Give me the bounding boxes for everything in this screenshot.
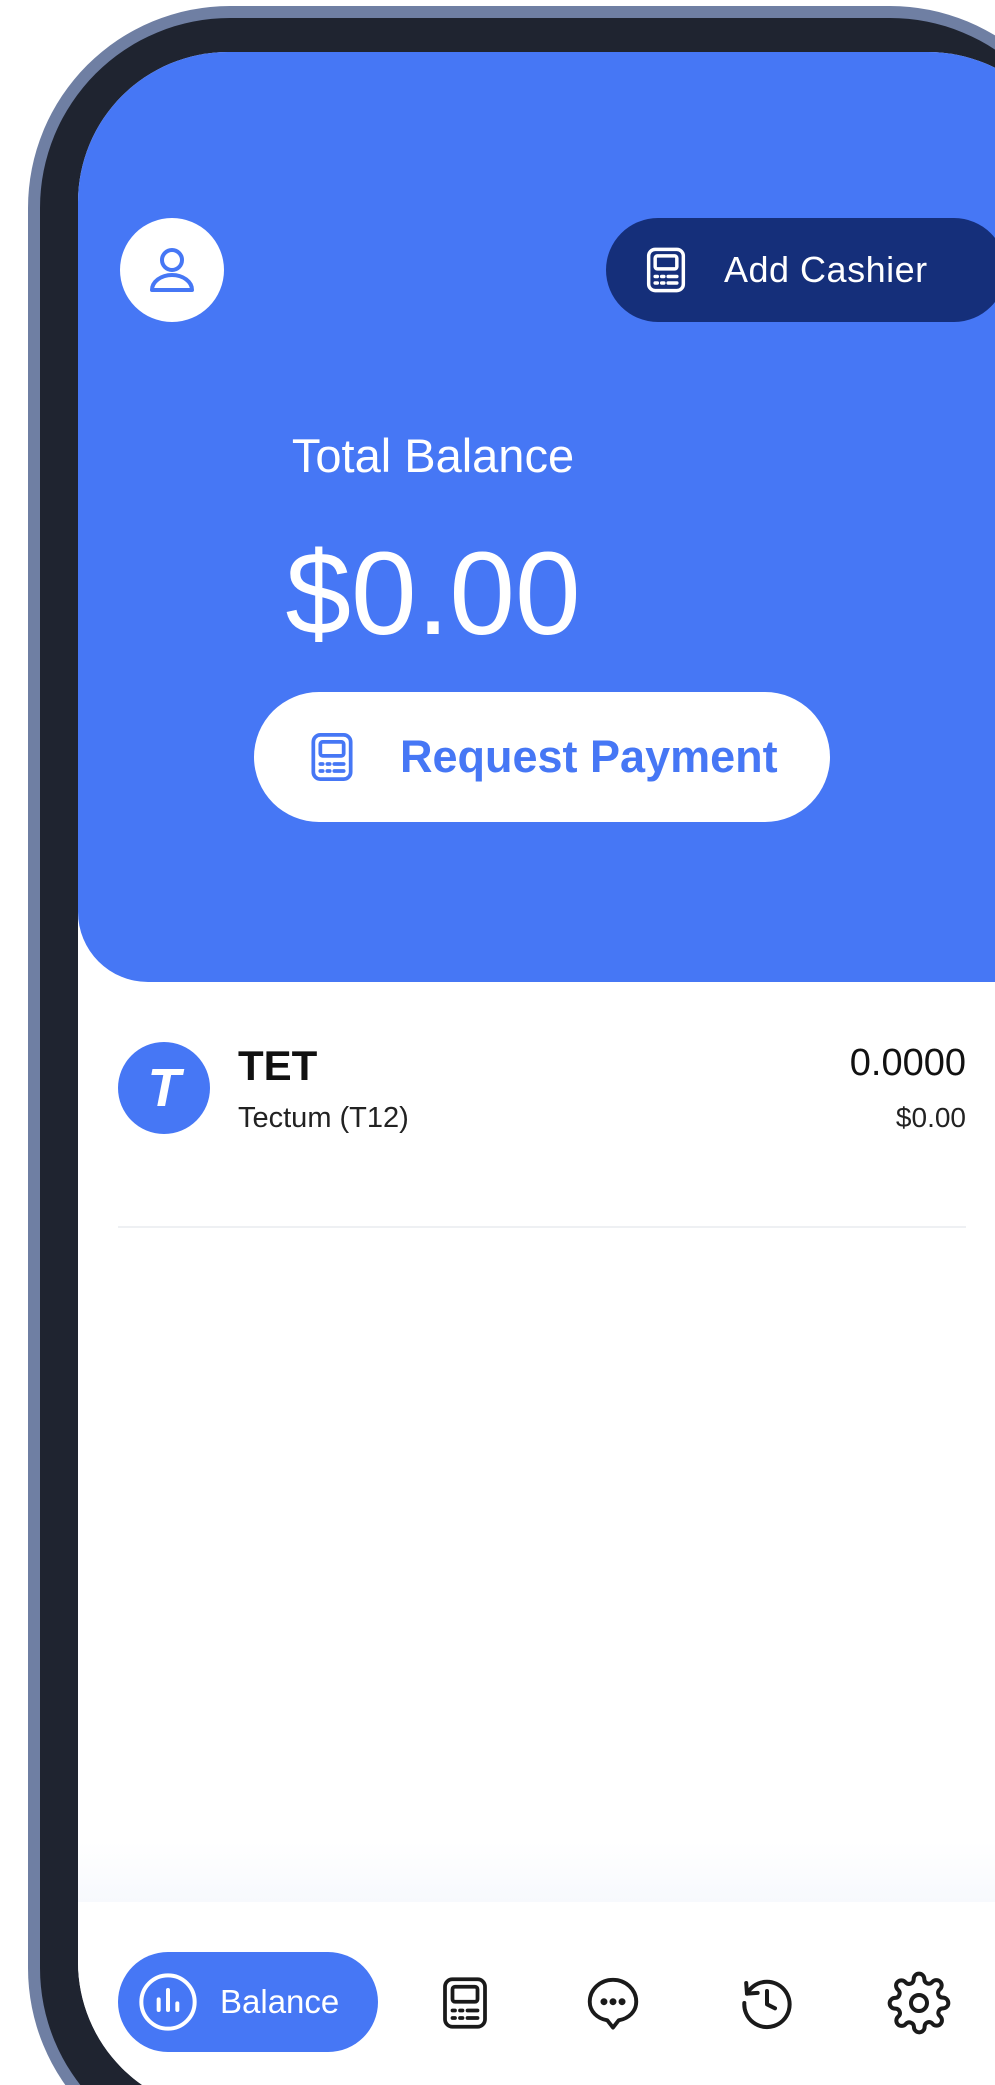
add-cashier-button[interactable]: Add Cashier — [606, 218, 995, 322]
token-symbol: TET — [238, 1042, 318, 1089]
total-balance-amount: $0.00 — [285, 528, 581, 660]
history-icon — [742, 1979, 792, 2030]
chat-bubble-icon — [587, 1977, 639, 2030]
nav-item-cashier[interactable] — [430, 1968, 500, 2038]
nav-item-balance[interactable]: Balance — [118, 1952, 378, 2052]
request-payment-button[interactable]: Request Payment — [254, 692, 830, 822]
token-fiat-value: $0.00 — [895, 1102, 966, 1133]
nav-shadow — [78, 1842, 995, 1902]
token-name: Tectum (T12) — [238, 1102, 409, 1134]
request-payment-label: Request Payment — [400, 731, 778, 782]
pos-terminal-icon — [443, 1977, 487, 2029]
add-cashier-label: Add Cashier — [724, 249, 928, 290]
settings-gear-icon — [887, 1971, 951, 2035]
token-row-tet[interactable]: T TET Tectum (T12) 0.0000 $0.00 — [118, 1042, 966, 1162]
tectum-logo: T — [148, 1058, 185, 1118]
token-amount: 0.0000 — [849, 1042, 966, 1084]
balance-hero: Add Cashier Total Balance $0.00 Request … — [78, 52, 995, 982]
nav-balance-label: Balance — [220, 1983, 340, 2020]
chart-bars-icon — [139, 1973, 197, 2031]
pos-terminal-icon — [646, 247, 686, 293]
total-balance-label: Total Balance — [291, 429, 575, 482]
nav-item-settings[interactable] — [884, 1968, 954, 2038]
svg-text:T: T — [148, 1058, 185, 1118]
user-icon — [150, 248, 194, 292]
phone-screen: Add Cashier Total Balance $0.00 Request … — [78, 52, 995, 2085]
tectum-token-icon: T — [118, 1042, 210, 1134]
pos-terminal-icon — [311, 732, 353, 782]
token-divider — [118, 1226, 966, 1228]
nav-item-chat[interactable] — [578, 1968, 648, 2038]
bottom-navigation: Balance — [78, 1902, 995, 2085]
app-page: Add Cashier Total Balance $0.00 Request … — [0, 0, 995, 2085]
profile-button[interactable] — [120, 218, 224, 322]
nav-item-history[interactable] — [732, 1968, 802, 2038]
